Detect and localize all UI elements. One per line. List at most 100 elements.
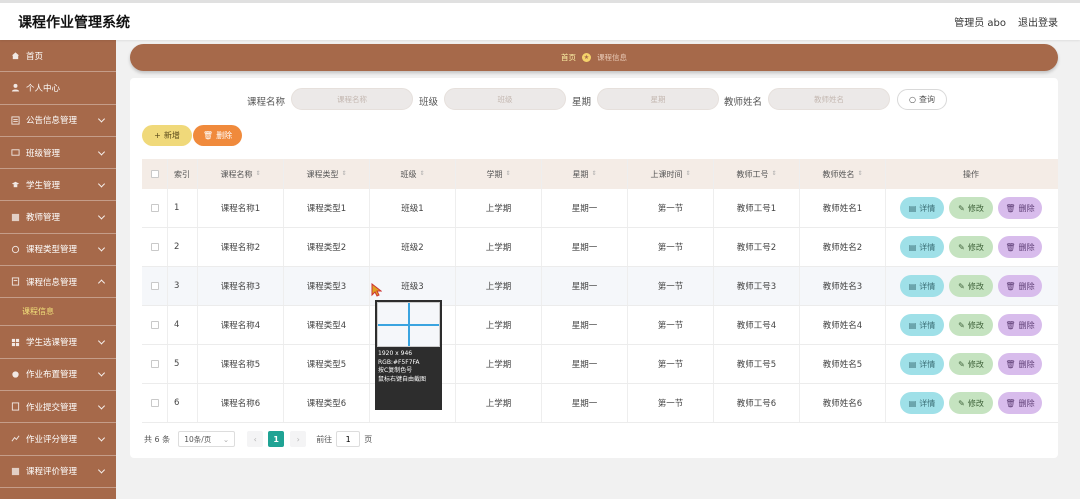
cell-course-name: 课程名称4 [198, 306, 284, 344]
sidebar-item-label: 课程类型管理 [26, 245, 78, 256]
row-checkbox[interactable] [150, 321, 159, 329]
header-semester[interactable]: 学期 ⇕ [456, 159, 542, 189]
header-class-time[interactable]: 上课时间 ⇕ [628, 159, 714, 189]
cell-operations: ▤ 详情 ✎ 修改 🗑 删除 [886, 306, 1056, 344]
row-checkbox[interactable] [150, 399, 159, 407]
sidebar-item-class[interactable]: 班级管理 [0, 137, 116, 170]
row-checkbox[interactable] [150, 282, 159, 290]
document-icon: ▤ [908, 203, 917, 213]
screenshot-magnifier: 1920 x 946 RGB:#F5F7FA 按C复制色号 鼠标右键自由截图 [375, 300, 442, 410]
delete-button[interactable]: 🗑 删除 [998, 392, 1042, 414]
sidebar-item-profile[interactable]: 个人中心 [0, 72, 116, 105]
delete-button[interactable]: 🗑 删除 [998, 236, 1042, 258]
edit-button[interactable]: ✎ 修改 [949, 353, 993, 375]
pagination: 共 6 条 10条/页 ⌄ ‹ 1 › 前往 页 [144, 431, 372, 447]
delete-button-label: 删除 [1018, 242, 1035, 252]
header-teacher-id[interactable]: 教师工号 ⇕ [714, 159, 800, 189]
detail-button[interactable]: ▤ 详情 [900, 353, 944, 375]
sidebar-item-review[interactable]: 课程评价管理 [0, 456, 116, 488]
logout-link[interactable]: 退出登录 [1018, 14, 1058, 29]
select-all-checkbox[interactable] [150, 170, 159, 178]
sidebar-item-course-selection[interactable]: 学生选课管理 [0, 326, 116, 359]
delete-button[interactable]: 🗑 删除 [998, 275, 1042, 297]
detail-button[interactable]: ▤ 详情 [900, 392, 944, 414]
delete-button[interactable]: 🗑 删除 [998, 353, 1042, 375]
sidebar-item-teacher[interactable]: 教师管理 [0, 201, 116, 234]
sort-icon: ⇕ [419, 170, 425, 177]
chevron-down-icon [97, 115, 106, 123]
sidebar-item-grading[interactable]: 作业评分管理 [0, 423, 116, 456]
delete-button[interactable]: 🗑 删除 [998, 314, 1042, 336]
header-class[interactable]: 班级 ⇕ [370, 159, 456, 189]
edit-button[interactable]: ✎ 修改 [949, 236, 993, 258]
course-table: 索引 课程名称 ⇕ 课程类型 ⇕ 班级 ⇕ 学期 ⇕ 星期 ⇕ 上课时间 ⇕ 教师工号 ⇕ 教… [142, 159, 1058, 423]
document-icon: ▤ [908, 320, 917, 330]
search-label-teacher-name: 教师姓名 [724, 97, 763, 108]
sidebar-item-notice[interactable]: 公告信息管理 [0, 105, 116, 137]
header-weekday[interactable]: 星期 ⇕ [542, 159, 628, 189]
teacher-name-input[interactable] [768, 88, 890, 110]
header-course-type[interactable]: 课程类型 ⇕ [284, 159, 370, 189]
sort-icon: ⇕ [771, 170, 777, 177]
row-select-cell [142, 267, 168, 305]
page-number-1[interactable]: 1 [268, 431, 285, 447]
query-button-label: 查询 [918, 95, 935, 104]
assign-icon [10, 369, 20, 379]
detail-button[interactable]: ▤ 详情 [900, 275, 944, 297]
batch-delete-button[interactable]: 🗑 删除 [193, 125, 242, 146]
chevron-down-icon [97, 212, 106, 220]
class-input[interactable] [444, 88, 566, 110]
header-teacher-name[interactable]: 教师姓名 ⇕ [800, 159, 886, 189]
detail-button[interactable]: ▤ 详情 [900, 236, 944, 258]
row-actions: ▤ 详情 ✎ 修改 🗑 删除 [900, 392, 1042, 414]
next-page-button[interactable]: › [290, 431, 307, 447]
cell-teacher-name: 教师姓名5 [800, 345, 886, 383]
query-button[interactable]: ○ 查询 [897, 89, 947, 110]
sidebar-item-student[interactable]: 学生管理 [0, 169, 116, 202]
detail-button-label: 详情 [919, 398, 936, 408]
sidebar-item-label: 课程评价管理 [26, 467, 78, 478]
delete-button-label: 删除 [1018, 203, 1035, 213]
table-row: 5课程名称5课程类型5班级5上学期星期一第一节教师工号5教师姓名5▤详情✎修改🗑… [142, 345, 1058, 384]
row-checkbox[interactable] [150, 243, 159, 251]
cell-course-name: 课程名称5 [198, 345, 284, 383]
sidebar-item-submission[interactable]: 作业提交管理 [0, 391, 116, 424]
trash-icon: 🗑 [1005, 398, 1016, 408]
detail-button[interactable]: ▤ 详情 [900, 314, 944, 336]
edit-button[interactable]: ✎ 修改 [949, 314, 993, 336]
breadcrumb-current: 课程信息 [597, 53, 627, 62]
delete-button[interactable]: 🗑 删除 [998, 197, 1042, 219]
row-checkbox[interactable] [150, 360, 159, 368]
cell-class-time: 第一节 [628, 189, 714, 227]
cell-course-name: 课程名称3 [198, 267, 284, 305]
sidebar-item-course-info[interactable]: 课程信息管理 [0, 266, 116, 299]
edit-button[interactable]: ✎ 修改 [949, 197, 993, 219]
delete-button-label: 删除 [1018, 320, 1035, 330]
add-button[interactable]: + 新增 [142, 125, 192, 146]
goto-page-input[interactable] [336, 431, 361, 447]
header-index: 索引 [168, 159, 198, 189]
detail-button-label: 详情 [919, 281, 936, 291]
sidebar-item-assignment[interactable]: 作业布置管理 [0, 359, 116, 391]
sort-icon: ⇕ [591, 170, 597, 177]
breadcrumb-home[interactable]: 首页 [561, 52, 576, 63]
edit-button[interactable]: ✎ 修改 [949, 275, 993, 297]
detail-button[interactable]: ▤ 详情 [900, 197, 944, 219]
edit-button[interactable]: ✎ 修改 [949, 392, 993, 414]
row-checkbox[interactable] [150, 204, 159, 212]
sidebar-item-home[interactable]: 首页 [0, 40, 116, 73]
sidebar-subitem-course-info[interactable]: 课程信息 [0, 298, 116, 327]
score-icon [10, 434, 20, 444]
row-select-cell [142, 306, 168, 344]
row-actions: ▤ 详情 ✎ 修改 🗑 删除 [900, 236, 1042, 258]
page-size-select[interactable]: 10条/页 ⌄ [178, 431, 236, 447]
table-row: 1 课程名称1 课程类型1 班级1 上学期 星期一 第一节 教师工号1 教师姓名1 ▤ 详情 ✎ 修改 🗑… [142, 189, 1058, 228]
submit-icon [10, 402, 20, 412]
weekday-input[interactable] [597, 88, 719, 110]
sidebar-item-course-type[interactable]: 课程类型管理 [0, 234, 116, 267]
course-name-input[interactable] [291, 88, 413, 110]
header-course-name[interactable]: 课程名称 ⇕ [198, 159, 284, 189]
cell-teacher-id: 教师工号1 [714, 189, 800, 227]
pencil-icon: ✎ [958, 281, 965, 291]
prev-page-button[interactable]: ‹ [247, 431, 264, 447]
